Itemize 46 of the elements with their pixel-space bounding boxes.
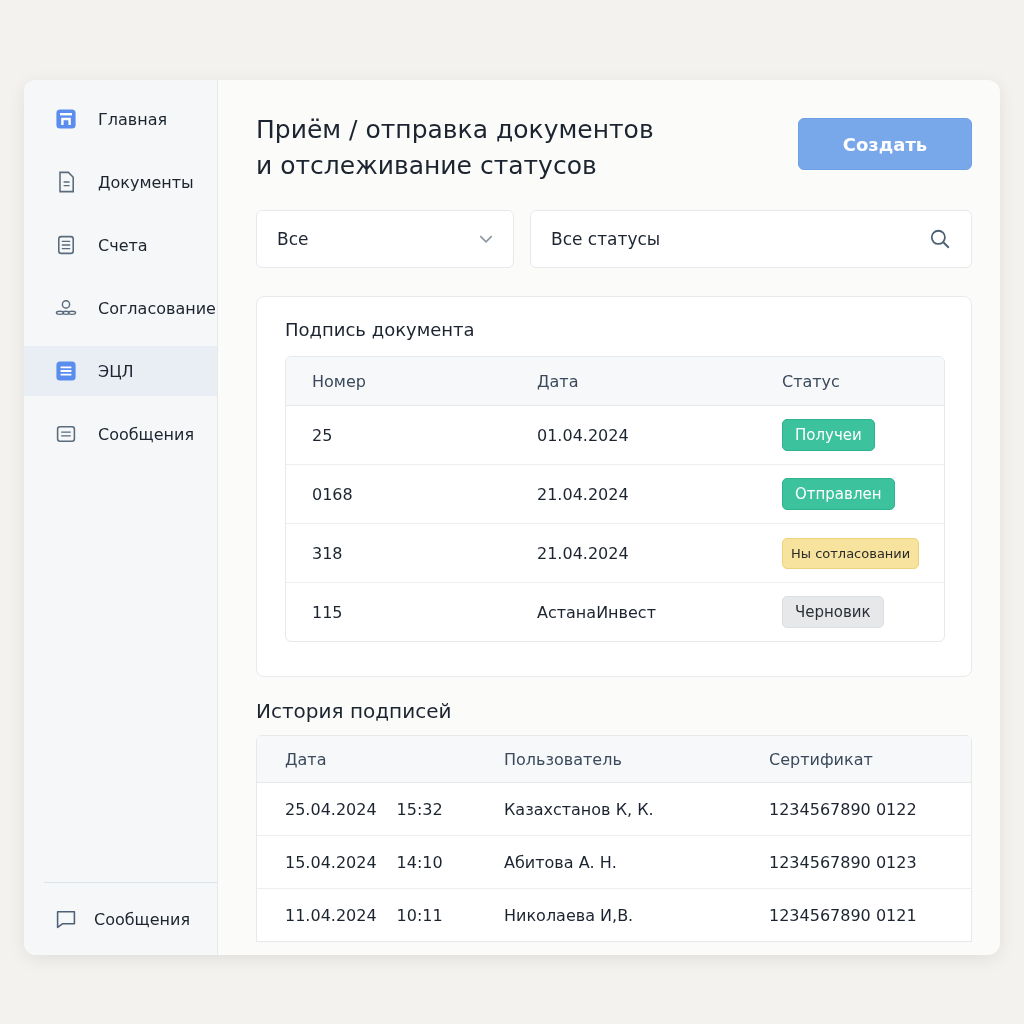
time-text: 10:11 (396, 905, 443, 925)
table-cell: 115 (286, 582, 511, 641)
status-badge: Отправлен (782, 478, 895, 510)
status-badge: Получеи (782, 419, 875, 451)
column-header: Сертификат (741, 736, 971, 783)
table-cell: 318 (286, 523, 511, 583)
status-search-field[interactable]: Все статусы (530, 210, 972, 268)
table-cell: Николаева И,В. (476, 888, 741, 941)
table-cell: 21.04.2024 (511, 464, 762, 524)
sidebar-item[interactable]: ЭЦЛ (24, 346, 217, 396)
status-badge: Черновик (782, 596, 884, 628)
sidebar-item[interactable]: Счета (24, 220, 217, 270)
table-cell: 25 (286, 405, 511, 465)
table-cell: АстанаИнвест (511, 582, 762, 641)
sidebar-item[interactable]: Главная (24, 94, 217, 144)
date-text: 15.04.2024 (285, 852, 377, 872)
section-title: История подписей (256, 699, 453, 723)
table-cell: 1234567890 0122 (741, 782, 971, 836)
time-text: 15:32 (396, 799, 443, 819)
column-header: Номер (286, 357, 511, 406)
type-dropdown[interactable]: Все (256, 210, 514, 268)
page-title: Приём / отправка документов и отслеживание статусов (256, 114, 655, 182)
time-text: 14:10 (396, 852, 443, 872)
column-header: Дата (511, 357, 762, 406)
column-header: Статус (762, 357, 944, 406)
status-badge: Ны сотласовании (782, 537, 920, 569)
sidebar-item[interactable]: Сообщения (24, 409, 217, 459)
list-icon (54, 359, 78, 383)
date-text: 25.04.2024 (285, 799, 377, 819)
column-header: Дата (257, 736, 476, 783)
sidebar-item[interactable]: Документы (24, 157, 217, 207)
table-cell: 21.04.2024 (511, 523, 762, 583)
date-text: 11.04.2024 (285, 905, 377, 925)
column-header: Пользователь (476, 736, 741, 783)
sidebar-item[interactable]: Согласование (24, 283, 217, 333)
table-cell: 0168 (286, 464, 511, 524)
table-cell: Абитова А. Н. (476, 835, 741, 889)
home-icon (54, 107, 78, 131)
table-cell: 01.04.2024 (511, 405, 762, 465)
card-title: Подпись документа (285, 319, 476, 340)
search-icon (929, 228, 951, 250)
table-cell: 1234567890 0123 (741, 835, 971, 889)
chevron-down-icon (479, 235, 493, 243)
sidebar-footer-item[interactable]: Сообщения (44, 882, 217, 955)
table-cell: 1234567890 0121 (741, 888, 971, 941)
table-cell: Казахстанов К, К. (476, 782, 741, 836)
